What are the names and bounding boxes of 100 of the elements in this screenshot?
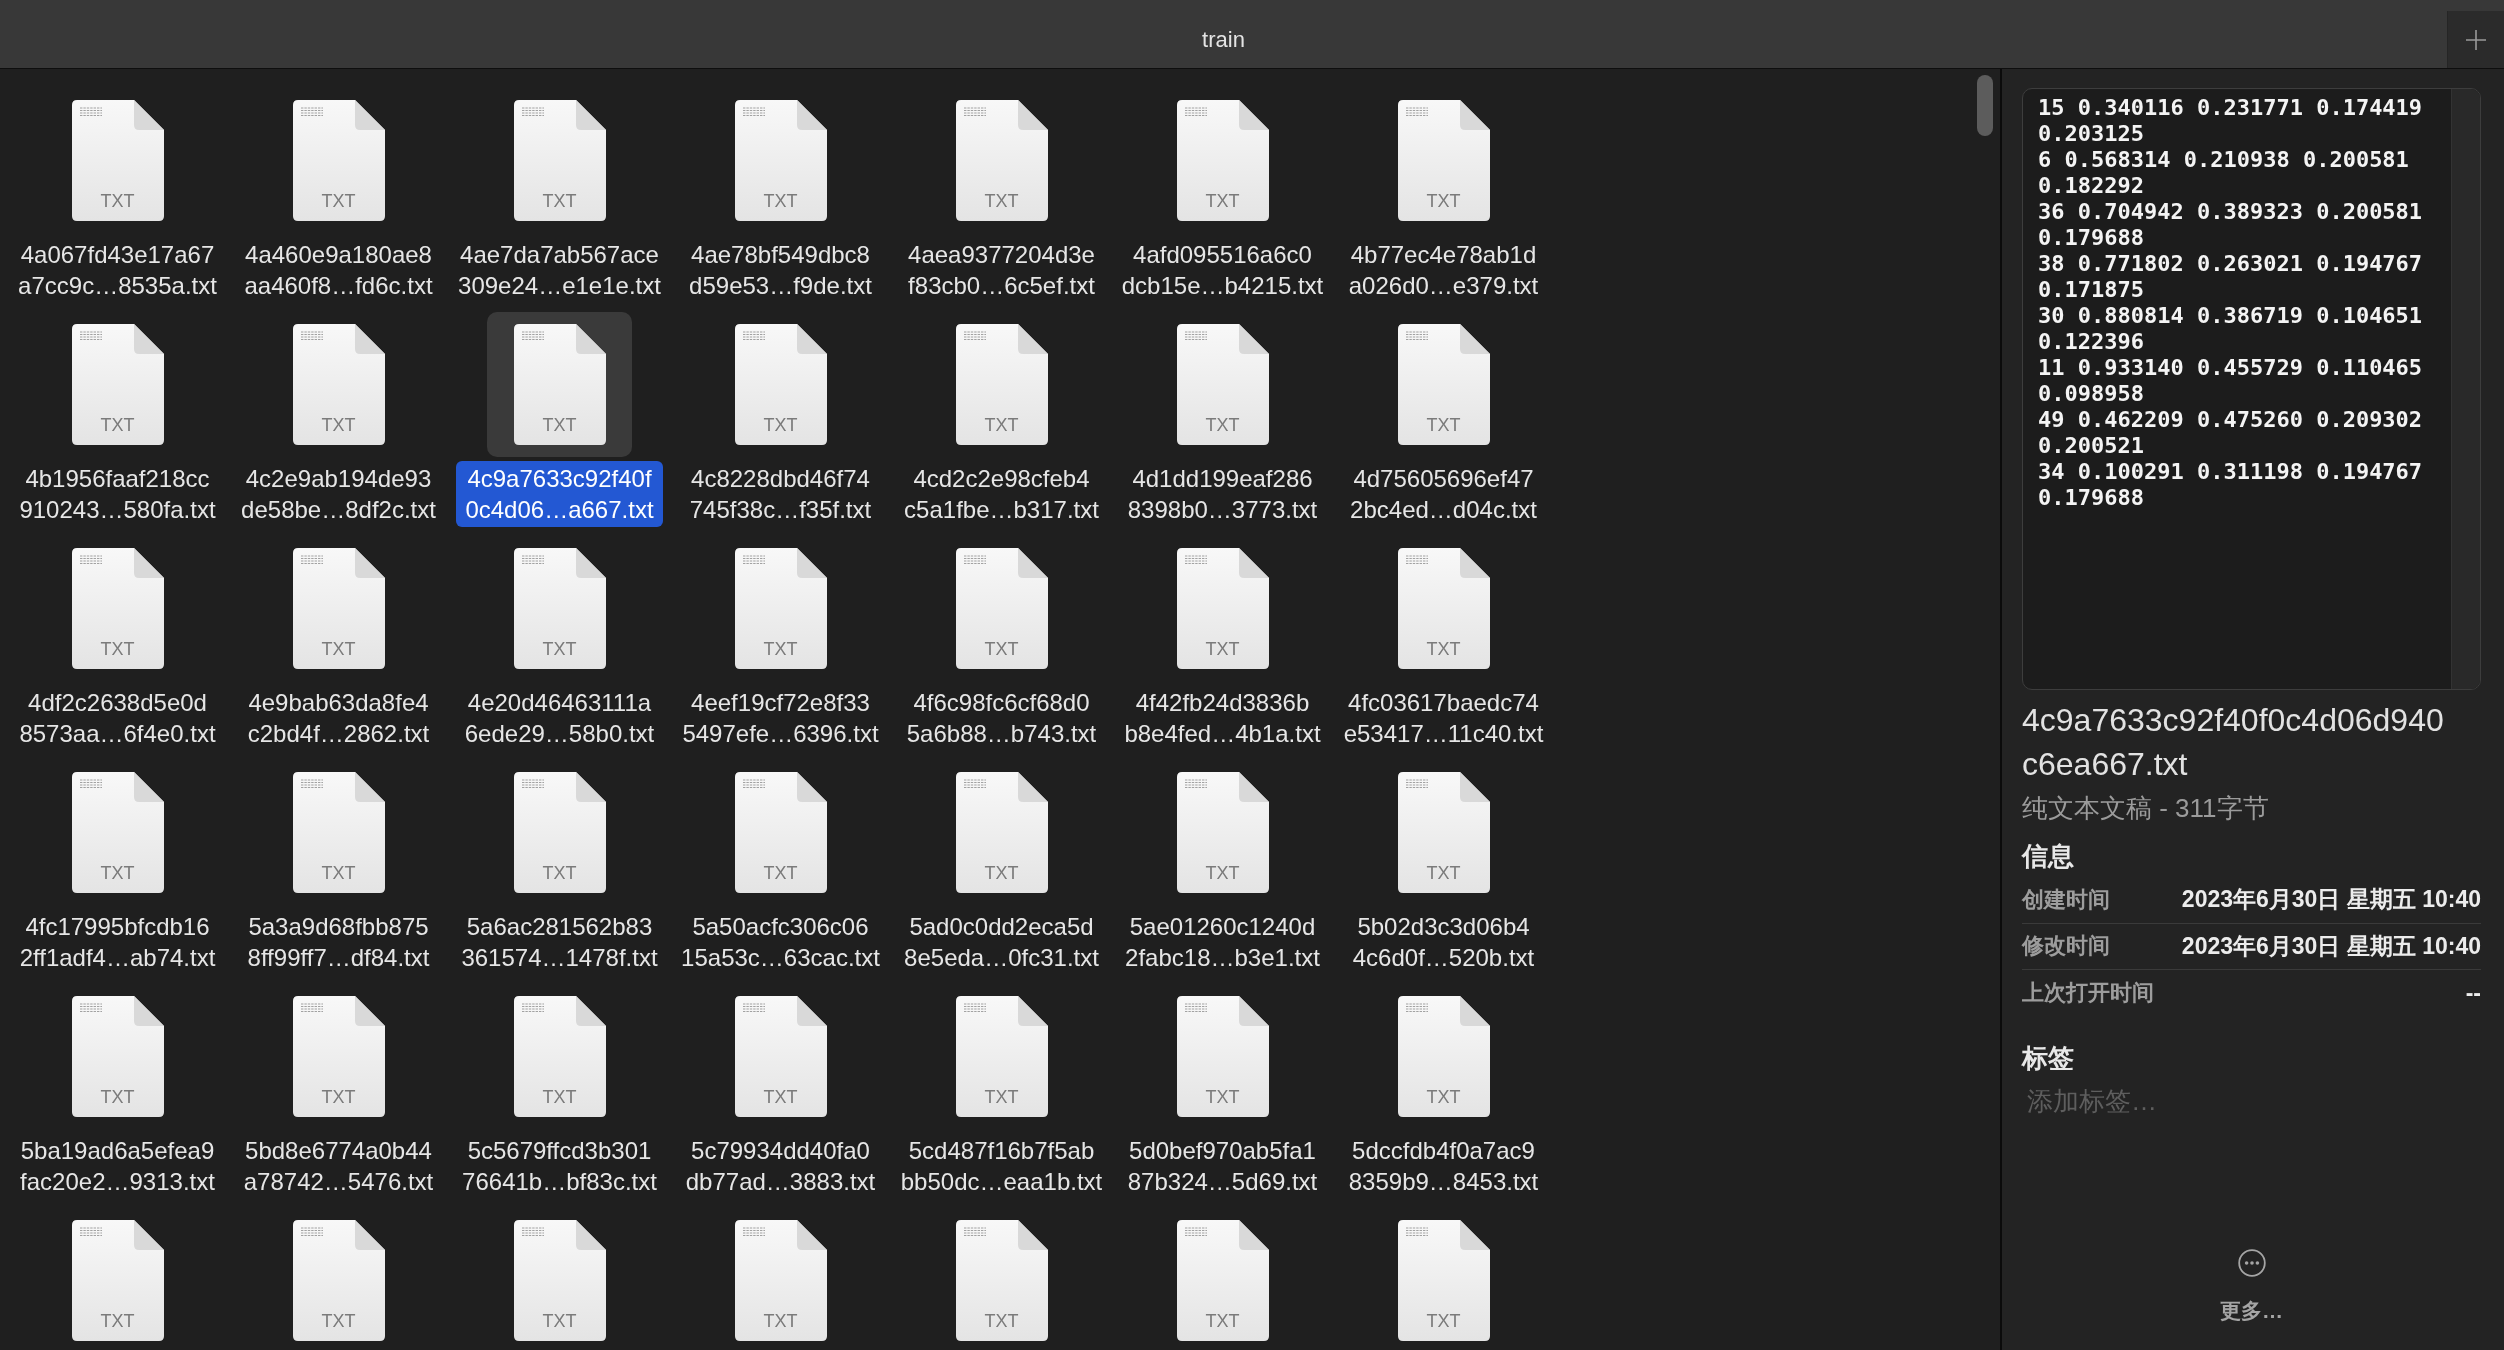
file-name[interactable]: 4eef19cf72e8f33 5497efe…6396.txt [673,685,888,751]
file-name[interactable]: 4fc03617baedc74 e53417…11c40.txt [1334,685,1553,751]
document-icon[interactable] [734,772,827,893]
file-name[interactable]: 4d1dd199eaf286 8398b0…3773.txt [1118,461,1327,527]
document-icon[interactable] [292,100,385,221]
file-name[interactable]: 4c2e9ab194de93 de58be…8df2c.txt [232,461,445,527]
document-icon[interactable] [1397,996,1490,1117]
info-label: 修改时间 [2022,932,2110,961]
file-name[interactable]: 4b77ec4e78ab1d a026d0…e379.txt [1339,237,1548,303]
document-icon[interactable] [1176,100,1269,221]
document-icon[interactable] [955,772,1048,893]
document-icon[interactable] [734,324,827,445]
file-name[interactable]: 5a6ac281562b83 361574…1478f.txt [452,909,667,975]
document-icon[interactable] [71,324,164,445]
file-type-label: TXT [763,1311,798,1331]
document-icon[interactable] [1397,100,1490,221]
document-icon[interactable] [734,548,827,669]
document-icon[interactable] [1397,772,1490,893]
file-name[interactable]: 5d0bef970ab5fa1 87b324…5d69.txt [1118,1133,1327,1199]
document-icon[interactable] [734,996,827,1117]
file-name[interactable]: 5bd8e6774a0b44 a78742…5476.txt [234,1133,443,1199]
more-button[interactable]: 更多… [2220,1249,2283,1324]
document-icon[interactable] [292,1220,385,1341]
file-name[interactable]: 5cd487f16b7f5ab bb50dc…eaa1b.txt [891,1133,1112,1199]
file-name[interactable]: 5c5679ffcd3b301 76641b…bf83c.txt [453,1133,666,1199]
document-icon[interactable] [955,996,1048,1117]
document-icon[interactable] [1176,548,1269,669]
document-icon[interactable] [292,324,385,445]
document-icon[interactable] [292,996,385,1117]
file-type-label: TXT [984,415,1019,435]
document-icon[interactable] [1397,324,1490,445]
file-name[interactable]: 4fc17995bfcdb16 2ff1adf4…ab74.txt [10,909,225,975]
file-name[interactable]: 4e20d46463111a 6ede29…58b0.txt [455,685,664,751]
document-icon[interactable] [734,1220,827,1341]
file-name[interactable]: 5ad0c0dd2eca5d 8e5eda…0fc31.txt [895,909,1108,975]
file-name[interactable]: 4ae78bf549dbc8 d59e53…f9de.txt [680,237,881,303]
document-icon[interactable] [1176,996,1269,1117]
file-type-label: TXT [984,639,1019,659]
file-name[interactable]: 4df2c2638d5e0d 8573aa…6f4e0.txt [10,685,225,751]
document-icon[interactable] [292,772,385,893]
document-icon[interactable] [955,324,1048,445]
file-name[interactable]: 4aea9377204d3e f83cb0…6c5ef.txt [899,237,1104,303]
document-icon[interactable] [71,548,164,669]
file-name[interactable]: 5b02d3c3d06b4 4c6d0f…520b.txt [1343,909,1544,975]
section-heading: 标签 [2022,1041,2075,1075]
file-type-label: TXT [100,415,135,435]
document-icon[interactable] [71,772,164,893]
file-name[interactable]: 4f42fb24d3836b b8e4fed…4b1a.txt [1115,685,1330,751]
new-tab-button[interactable] [2447,11,2504,68]
file-type-label: TXT [984,863,1019,883]
file-name[interactable]: 5a3a9d68fbb875 8ff99ff7…df84.txt [238,909,439,975]
file-name[interactable]: 4c8228dbd46f74 745f38c…f35f.txt [680,461,881,527]
file-name[interactable]: 4c9a7633c92f40f 0c4d06…a667.txt [456,461,663,527]
file-name[interactable]: 5a50acfc306c06 15a53c…63cac.txt [672,909,889,975]
document-icon[interactable] [955,548,1048,669]
document-icon[interactable] [71,996,164,1117]
file-type-label: TXT [984,1311,1019,1331]
document-icon[interactable] [955,100,1048,221]
document-icon[interactable] [292,548,385,669]
file-name[interactable]: 4d75605696ef47 2bc4ed…d04c.txt [1341,461,1546,527]
info-label: 上次打开时间 [2022,979,2154,1008]
document-icon[interactable] [513,1220,606,1341]
file-name[interactable]: 5ae01260c1240d 2fabc18…b3e1.txt [1116,909,1329,975]
file-type-label: TXT [321,1087,356,1107]
file-name[interactable]: 4b1956faaf218cc 910243…580fa.txt [10,461,225,527]
document-icon[interactable] [513,324,606,445]
document-icon[interactable] [734,100,827,221]
file-type-label: TXT [763,415,798,435]
file-name[interactable]: 4e9bab63da8fe4 c2bd4f…2862.txt [238,685,439,751]
file-name[interactable]: 4ae7da7ab567ace 309e24…e1e1e.txt [449,237,670,303]
file-name[interactable]: 5ba19ad6a5efea9 fac20e2…9313.txt [11,1133,224,1199]
file-type-label: TXT [1426,191,1461,211]
document-icon[interactable] [71,100,164,221]
file-name[interactable]: 4cd2c2e98cfeb4 c5a1fbe…b317.txt [895,461,1108,527]
tag-field[interactable]: 添加标签… [2022,1081,2481,1122]
document-icon[interactable] [513,100,606,221]
file-name[interactable]: 4afd095516a6c0 dcb15e…b4215.txt [1112,237,1333,303]
file-name[interactable]: 5c79934dd40fa0 db77ad…3883.txt [676,1133,885,1199]
document-icon[interactable] [1397,1220,1490,1341]
document-icon[interactable] [1397,548,1490,669]
preview-line: 6 0.568314 0.210938 0.200581 0.182292 [2038,147,2410,199]
file-name[interactable]: 5dccfdb4f0a7ac9 8359b9…8453.txt [1339,1133,1548,1199]
document-icon[interactable] [1176,324,1269,445]
file-type-label: TXT [321,1311,356,1331]
document-icon[interactable] [71,1220,164,1341]
file-type-label: TXT [1426,639,1461,659]
preview-line: 15 0.340116 0.231771 0.174419 0.203125 [2038,95,2424,147]
file-name[interactable]: 4a067fd43e17a67 a7cc9c…8535a.txt [9,237,226,303]
scrollbar-thumb[interactable] [1977,75,1993,136]
file-type-label: TXT [984,1087,1019,1107]
file-name[interactable]: 4a460e9a180ae8 aa460f8…fd6c.txt [235,237,442,303]
file-type-label: TXT [1205,639,1240,659]
preview-line: 38 0.771802 0.263021 0.194767 0.171875 [2038,251,2424,303]
document-icon[interactable] [513,772,606,893]
file-name[interactable]: 4f6c98fc6cf68d0 5a6b88…b743.txt [897,685,1106,751]
document-icon[interactable] [513,548,606,669]
document-icon[interactable] [513,996,606,1117]
document-icon[interactable] [1176,1220,1269,1341]
document-icon[interactable] [955,1220,1048,1341]
document-icon[interactable] [1176,772,1269,893]
